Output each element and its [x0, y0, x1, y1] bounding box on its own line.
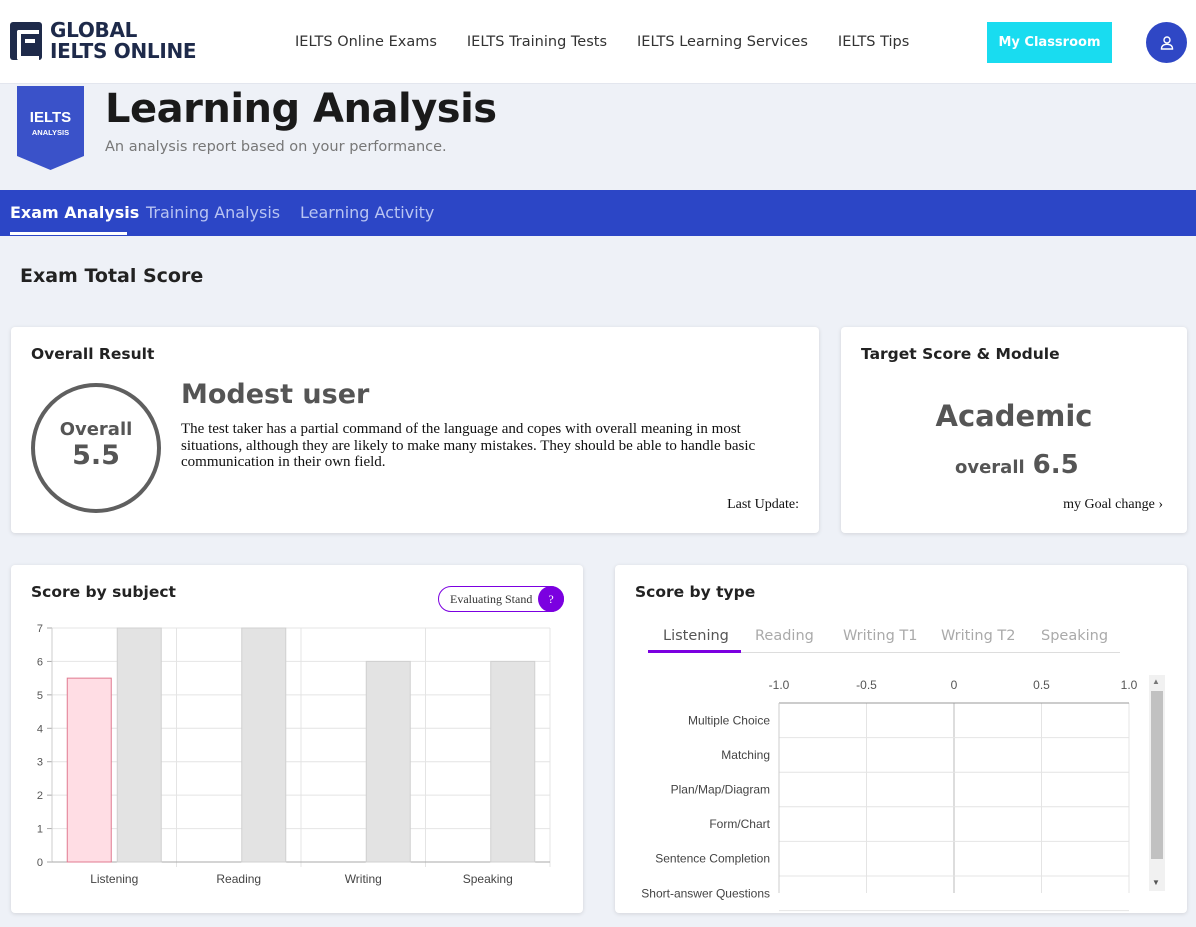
nav-online-exams[interactable]: IELTS Online Exams [295, 34, 437, 50]
band-level-description: The test taker has a partial command of … [181, 421, 756, 470]
band-level-name: Modest user [181, 379, 370, 410]
brand-name: GLOBAL IELTS ONLINE [50, 18, 197, 63]
y-tick-label: 5 [37, 690, 43, 702]
x-category-label: Reading [216, 872, 261, 886]
overall-score-label: Overall [59, 419, 133, 440]
y-category-label: Form/Chart [709, 817, 770, 831]
brand-line1: GLOBAL [50, 18, 138, 42]
x-category-label: Listening [90, 872, 138, 886]
analysis-tabs: Exam Analysis Training Analysis Learning… [0, 190, 1196, 236]
y-tick-label: 3 [37, 757, 43, 769]
target-overall-label: overall [955, 457, 1025, 478]
x-category-label: Speaking [463, 872, 513, 886]
x-tick-label: 0 [951, 678, 958, 692]
ielts-analysis-badge-icon: IELTS ANALYSIS [17, 86, 84, 170]
y-tick-label: 4 [37, 723, 43, 735]
page-title: Learning Analysis [105, 86, 497, 132]
target-bar [365, 660, 411, 863]
section-title: Exam Total Score [20, 265, 204, 287]
score-bar [66, 677, 112, 863]
target-score-title: Target Score & Module [861, 345, 1060, 363]
nav-tips[interactable]: IELTS Tips [838, 34, 909, 50]
tab-training-analysis[interactable]: Training Analysis [146, 203, 280, 222]
account-button[interactable] [1146, 22, 1187, 63]
x-category-label: Writing [345, 872, 382, 886]
target-overall-value: 6.5 [1032, 450, 1079, 480]
y-category-label: Multiple Choice [688, 713, 770, 727]
y-category-label: Sentence Completion [655, 852, 770, 866]
overall-result-title: Overall Result [31, 345, 155, 363]
type-bar-chart: -1.0 -0.5 0 0.5 1.0 Multiple Choice Matching Pl… [641, 678, 1138, 912]
y-tick-label: 1 [37, 824, 43, 836]
overall-score-ring: Overall 5.5 [31, 383, 161, 513]
target-overall: overall 6.5 [955, 450, 1079, 480]
goal-change-link[interactable]: my Goal change › [1063, 497, 1163, 513]
y-tick-label: 0 [37, 857, 43, 869]
page-subtitle: An analysis report based on your perform… [105, 139, 447, 155]
brand-line2: IELTS ONLINE [50, 39, 197, 63]
last-update: Last Update: [727, 497, 799, 512]
overall-score-value: 5.5 [72, 440, 120, 471]
overall-result-card: Overall Result Overall 5.5 Modest user T… [11, 327, 819, 533]
scroll-up-arrow-icon[interactable]: ▲ [1152, 677, 1160, 686]
main-nav: IELTS Online Exams IELTS Training Tests … [295, 34, 909, 50]
my-classroom-button[interactable]: My Classroom [987, 22, 1112, 63]
score-by-subject-card: Score by subject Evaluating Stand ? 0123… [11, 565, 583, 913]
scroll-thumb[interactable] [1151, 691, 1163, 859]
y-category-label: Plan/Map/Diagram [671, 783, 770, 797]
type-chart-scrollbar[interactable]: ▲ ▼ [1149, 675, 1165, 891]
active-tab-indicator [10, 232, 127, 235]
target-module: Academic [935, 399, 1093, 433]
subject-bar-chart: 0 1 2 3 4 5 6 7 Listening Reading Writing Speaking [37, 623, 551, 886]
top-navbar: GLOBAL IELTS ONLINE IELTS Online Exams I… [0, 0, 1196, 84]
scroll-down-arrow-icon[interactable]: ▼ [1152, 878, 1160, 887]
brand-logo[interactable]: GLOBAL IELTS ONLINE [10, 18, 197, 63]
score-by-type-card: Score by type Listening Reading Writing … [615, 565, 1187, 913]
user-icon [1160, 35, 1173, 50]
x-tick-label: 1.0 [1121, 678, 1138, 692]
tab-learning-activity[interactable]: Learning Activity [300, 203, 434, 222]
badge-line2: ANALYSIS [32, 128, 69, 137]
y-category-label: Matching [721, 748, 770, 762]
x-tick-label: -1.0 [769, 678, 790, 692]
logo-mark-icon [10, 22, 42, 60]
nav-learning-services[interactable]: IELTS Learning Services [637, 34, 808, 50]
target-bar [116, 627, 162, 863]
y-tick-label: 6 [37, 656, 43, 668]
x-tick-label: -0.5 [856, 678, 877, 692]
target-bar [490, 660, 536, 863]
nav-training-tests[interactable]: IELTS Training Tests [467, 34, 607, 50]
badge-line1: IELTS [30, 109, 71, 126]
target-bar [241, 627, 287, 863]
y-category-label: Short-answer Questions [641, 886, 770, 900]
tab-exam-analysis[interactable]: Exam Analysis [10, 203, 139, 222]
target-score-card: Target Score & Module Academic overall 6.… [841, 327, 1187, 533]
y-tick-label: 2 [37, 790, 43, 802]
x-tick-label: 0.5 [1033, 678, 1050, 692]
y-tick-label: 7 [37, 623, 43, 635]
